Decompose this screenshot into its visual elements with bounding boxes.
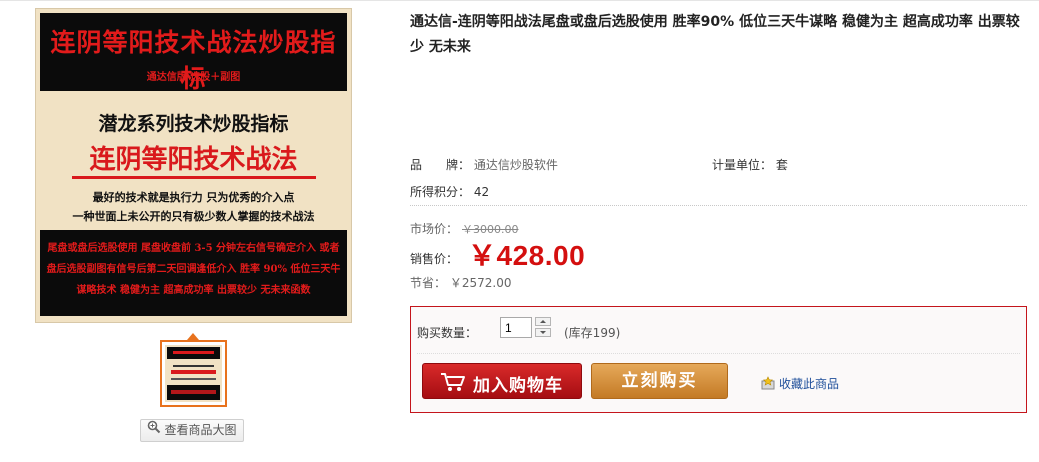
buy-now-button[interactable]: 立刻购买 (591, 363, 728, 399)
unit-label: 计量单位： (712, 158, 773, 172)
sale-price-label: 销售价： (410, 252, 459, 266)
quantity-input[interactable] (500, 317, 532, 338)
favorite-link[interactable]: 收藏此商品 (761, 375, 839, 393)
savings-row: 节省： ￥2572.00 (410, 274, 511, 291)
add-to-cart-button[interactable]: 加入购物车 (422, 363, 582, 399)
image-tagline-1: 最好的技术就是执行力 只为优秀的介入点 (92, 191, 295, 204)
thumbnail-pointer-icon (187, 333, 199, 340)
brand-row: 品 牌： 通达信炒股软件 (410, 156, 558, 173)
quantity-label: 购买数量： (417, 326, 478, 340)
image-headline: 连阴等阳技术战法 (89, 145, 298, 175)
top-divider (0, 0, 1039, 1)
image-tagline-2: 一种世面上未公开的只有极少数人掌握的技术战法 (72, 210, 315, 223)
brand-value: 通达信炒股软件 (473, 158, 558, 172)
market-price-label: 市场价： (410, 222, 459, 236)
points-value: 42 (473, 185, 490, 199)
image-headline-underline (72, 176, 316, 179)
thumbnail-image (165, 345, 222, 402)
image-subtitle: 通达信版 选股＋副图 (146, 72, 241, 83)
quantity-up-icon[interactable] (535, 317, 551, 326)
savings-value: ￥2572.00 (449, 276, 512, 290)
image-main-title: 连阴等阳技术战法炒股指标 (50, 28, 337, 93)
savings-label: 节省： (410, 276, 447, 290)
purchase-divider (417, 353, 1020, 354)
product-title: 通达信-连阴等阳战法尾盘或盘后选股使用 胜率90% 低位三天牛谋略 稳健为主 超… (410, 14, 1020, 55)
points-row: 所得积分： 42 (410, 183, 489, 200)
magnifier-icon (147, 420, 161, 441)
view-large-image-label: 查看商品大图 (164, 423, 237, 437)
add-to-cart-label: 加入购物车 (473, 376, 563, 396)
info-divider (410, 205, 1027, 206)
quantity-stepper[interactable] (535, 317, 553, 339)
favorite-label: 收藏此商品 (779, 377, 840, 391)
sale-price-value: ￥428.00 (468, 240, 586, 271)
points-label: 所得积分： (410, 185, 471, 199)
stock-count: (库存199) (564, 326, 621, 340)
image-footer-text: 尾盘或盘后选股使用 尾盘收盘前 3-5 分钟左右信号确定介入 或者盘后选股副图有… (46, 243, 341, 296)
product-thumbnail[interactable] (160, 340, 227, 407)
brand-label: 品 牌： (410, 158, 471, 172)
shopping-cart-icon (440, 372, 466, 397)
image-footer-band: 尾盘或盘后选股使用 尾盘收盘前 3-5 分钟左右信号确定介入 或者盘后选股副图有… (40, 230, 347, 316)
image-series-title: 潜龙系列技术炒股指标 (98, 113, 289, 135)
image-header-band: 连阴等阳技术战法炒股指标 通达信版 选股＋副图 (40, 13, 347, 93)
quantity-down-icon[interactable] (535, 328, 551, 337)
purchase-box: 购买数量： (库存199) 加入购物车 立刻购买 收藏此商品 (410, 306, 1027, 413)
unit-value: 套 (775, 158, 788, 172)
unit-row: 计量单位： 套 (712, 156, 788, 173)
favorite-icon (761, 376, 777, 393)
product-main-image[interactable]: 连阴等阳技术战法炒股指标 通达信版 选股＋副图 潜龙系列技术炒股指标 连阴等阳技… (35, 8, 352, 323)
view-large-image-button[interactable]: 查看商品大图 (140, 419, 244, 442)
